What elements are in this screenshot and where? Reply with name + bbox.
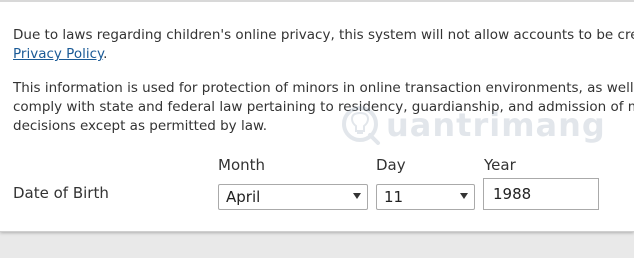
month-select[interactable]: April [218,184,368,210]
privacy-policy-link[interactable]: Privacy Policy [13,46,103,62]
month-label: Month [218,156,266,174]
dob-form-panel: Due to laws regarding children's online … [0,0,634,232]
year-input[interactable] [483,178,599,210]
day-select-value: 11 [384,188,404,206]
day-label: Day [376,156,406,174]
privacy-notice: Due to laws regarding children's online … [13,26,634,64]
chevron-down-icon [460,193,468,199]
year-label: Year [484,156,516,174]
privacy-notice-line1: Due to laws regarding children's online … [13,27,634,43]
privacy-notice-line2: Privacy Policy. [13,45,634,64]
info-notice-line1: This information is used for protection … [13,80,634,96]
month-select-value: April [226,188,261,206]
day-select[interactable]: 11 [376,184,475,210]
date-of-birth-label: Date of Birth [13,184,109,202]
info-notice-line3: decisions except as permitted by law. [13,118,268,134]
chevron-down-icon [353,193,361,199]
top-divider [0,0,634,2]
info-notice: This information is used for protection … [13,79,634,136]
privacy-link-suffix: . [103,46,108,62]
info-notice-line2: comply with state and federal law pertai… [13,99,634,115]
